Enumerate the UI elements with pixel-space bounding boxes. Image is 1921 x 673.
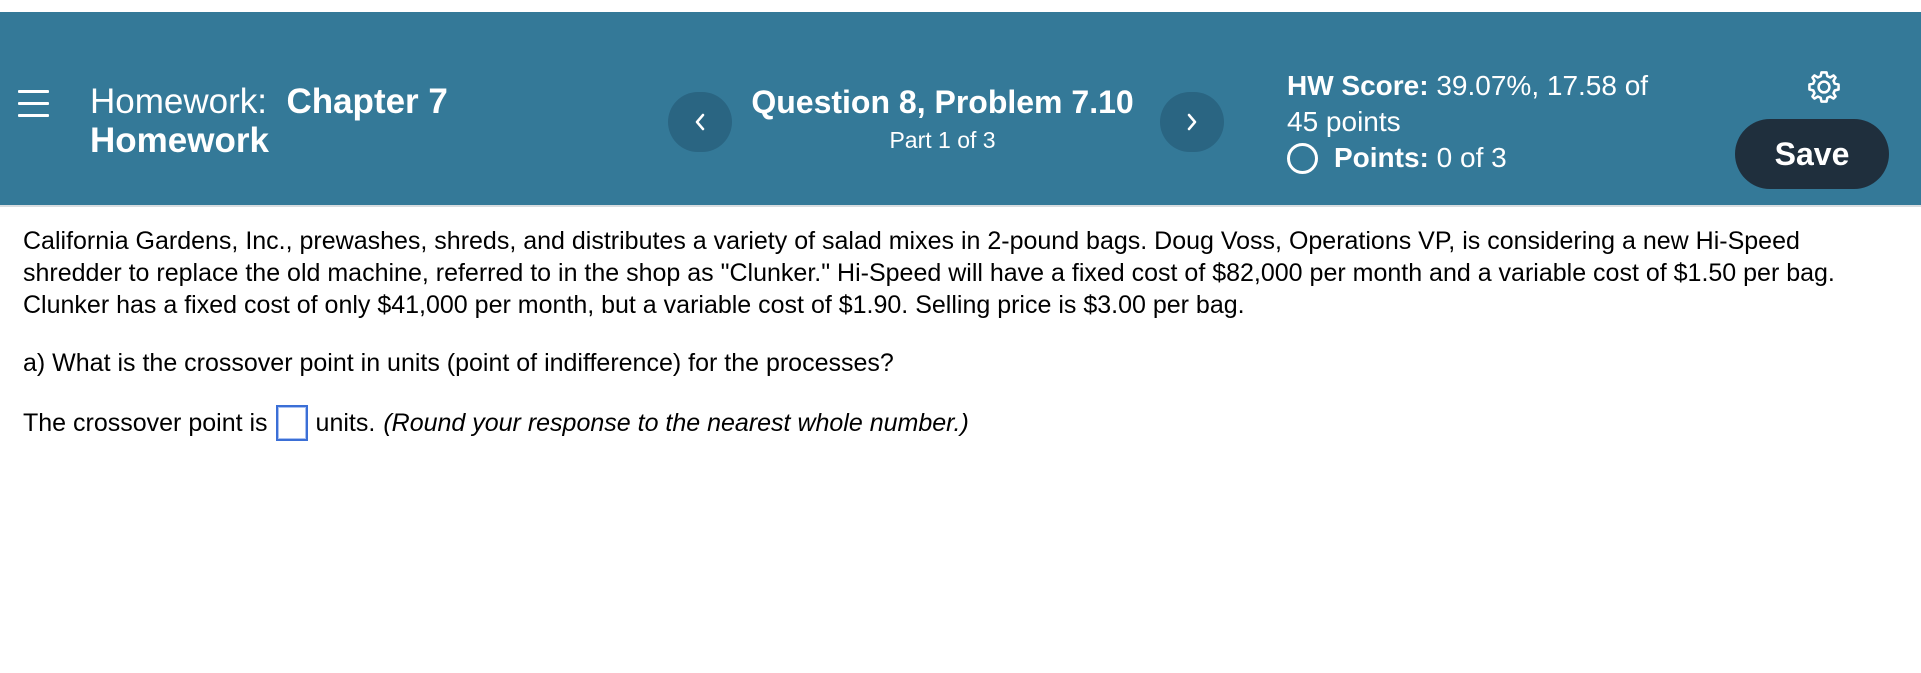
points-status: Points: 0 of 3 bbox=[1287, 140, 1507, 176]
answer-instruction: (Round your response to the nearest whol… bbox=[383, 409, 969, 437]
hw-score-value-line2: 45 points bbox=[1287, 106, 1401, 137]
top-strip bbox=[0, 0, 1921, 12]
homework-title: Homework: Chapter 7 Homework bbox=[90, 82, 530, 160]
question-part: Part 1 of 3 bbox=[889, 127, 996, 153]
problem-statement: California Gardens, Inc., prewashes, shr… bbox=[23, 227, 1835, 319]
previous-question-button[interactable] bbox=[668, 92, 732, 152]
chevron-left-icon bbox=[694, 113, 706, 131]
hw-score-value: 39.07%, 17.58 of bbox=[1436, 70, 1649, 101]
gear-icon[interactable] bbox=[1805, 68, 1843, 106]
points-value: 0 of 3 bbox=[1436, 142, 1507, 173]
answer-prefix: The crossover point is bbox=[23, 409, 268, 437]
homework-name-line1: Chapter 7 bbox=[286, 82, 448, 121]
header-bar: Homework: Chapter 7 Homework Question 8,… bbox=[0, 12, 1921, 205]
open-circle-icon bbox=[1287, 142, 1318, 174]
answer-line: The crossover point is units. (Round you… bbox=[23, 405, 1903, 441]
hamburger-menu-icon[interactable] bbox=[18, 82, 50, 118]
homework-name-line2: Homework bbox=[90, 121, 269, 160]
points-label: Points: bbox=[1334, 142, 1429, 173]
hw-score-label: HW Score: bbox=[1287, 70, 1429, 101]
chevron-right-icon bbox=[1186, 113, 1198, 131]
hw-score: HW Score: 39.07%, 17.58 of 45 points bbox=[1287, 68, 1687, 140]
save-button[interactable]: Save bbox=[1735, 119, 1889, 189]
answer-suffix: units. bbox=[315, 409, 376, 437]
question-title: Question 8, Problem 7.10 bbox=[751, 84, 1134, 120]
crossover-point-input[interactable] bbox=[275, 405, 308, 441]
header-divider bbox=[0, 205, 1921, 207]
question-a: a) What is the crossover point in units … bbox=[23, 349, 894, 377]
problem-content: California Gardens, Inc., prewashes, shr… bbox=[23, 225, 1903, 441]
next-question-button[interactable] bbox=[1160, 92, 1224, 152]
homework-label: Homework: bbox=[90, 82, 267, 121]
